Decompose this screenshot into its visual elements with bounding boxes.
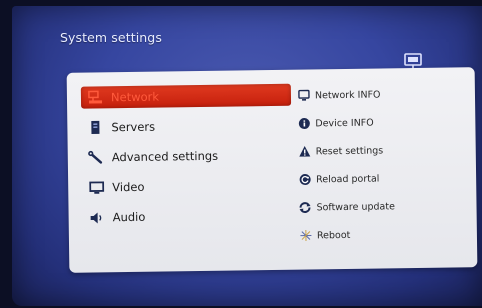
menu-item-label: Servers [111,119,156,135]
menu-item-label: Network [110,89,160,105]
action-label: Reset settings [315,144,384,157]
server-icon [87,119,103,135]
page-title: System settings [60,30,162,45]
sparkle-icon [299,229,312,242]
speaker-icon [89,209,105,225]
menu-item-label: Video [112,179,145,195]
action-label: Software update [316,200,395,213]
network-info-icon [297,89,310,102]
tv-screen: System settings Network Servers Advanced… [12,6,482,306]
reload-icon [298,173,311,186]
sync-icon [298,201,311,214]
info-icon [297,117,310,130]
wrench-icon [88,149,104,165]
action-reset-settings[interactable]: Reset settings [298,139,468,161]
action-device-info[interactable]: Device INFO [297,111,467,133]
menu-item-network[interactable]: Network [80,83,292,109]
action-network-info[interactable]: Network INFO [297,83,467,105]
monitor-icon [88,179,104,195]
menu-item-servers[interactable]: Servers [81,114,291,139]
menu-item-label: Audio [112,209,146,225]
action-label: Network INFO [314,88,381,101]
menu-item-video[interactable]: Video [82,174,292,199]
action-label: Reboot [316,229,351,241]
network-icon [87,89,103,105]
action-label: Device INFO [315,117,374,129]
menu-item-label: Advanced settings [111,148,219,165]
menu-item-audio[interactable]: Audio [82,204,292,229]
settings-panel: Network Servers Advanced settings Video … [66,67,478,273]
action-reload-portal[interactable]: Reload portal [298,167,468,189]
warning-icon [298,145,311,158]
action-label: Reload portal [316,173,380,185]
action-reboot[interactable]: Reboot [299,223,469,245]
menu-item-advanced-settings[interactable]: Advanced settings [82,144,292,169]
action-software-update[interactable]: Software update [298,195,468,217]
